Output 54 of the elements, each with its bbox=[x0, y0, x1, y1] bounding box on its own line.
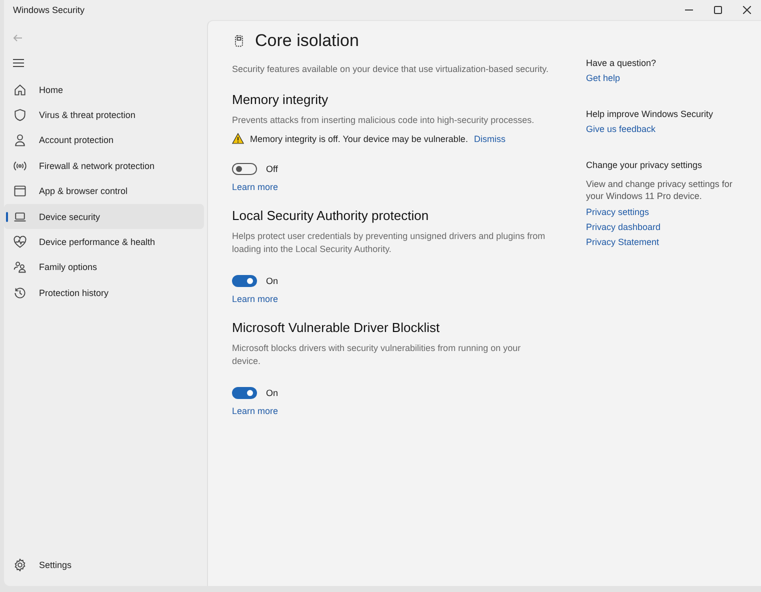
aside-link[interactable]: Privacy settings bbox=[586, 207, 736, 217]
aside-link[interactable]: Privacy Statement bbox=[586, 237, 736, 247]
window-icon bbox=[13, 184, 27, 198]
toggle-label: Off bbox=[266, 164, 278, 174]
section-title: Microsoft Vulnerable Driver Blocklist bbox=[232, 320, 441, 335]
sidebar-item[interactable]: Device security bbox=[4, 204, 204, 230]
home-icon bbox=[13, 82, 27, 97]
page-description: Security features available on your device that use virtualization-based security. bbox=[232, 63, 550, 76]
warning-text: Memory integrity is off. Your device may be vulnerable. bbox=[250, 134, 468, 144]
close-icon bbox=[742, 6, 750, 14]
aside-link[interactable]: Get help bbox=[586, 73, 736, 83]
aside-text: View and change privacy settings for your Windows 11 Pro device. bbox=[586, 178, 734, 202]
toggle-switch[interactable] bbox=[232, 275, 257, 287]
aside-link[interactable]: Privacy dashboard bbox=[586, 222, 736, 232]
settings-item[interactable]: Settings bbox=[4, 552, 204, 578]
learn-more-link[interactable]: Learn more bbox=[232, 406, 550, 416]
aside-heading: Have a question? bbox=[586, 58, 658, 68]
chip-icon bbox=[232, 34, 246, 48]
section-title: Local Security Authority protection bbox=[232, 208, 430, 223]
toggle-label: On bbox=[266, 388, 278, 398]
sidebar-item[interactable]: Family options bbox=[4, 254, 204, 280]
sidebar-item[interactable]: Virus & threat protection bbox=[4, 102, 204, 128]
toggle-switch[interactable] bbox=[232, 163, 257, 175]
learn-more-link[interactable]: Learn more bbox=[232, 294, 550, 304]
laptop-icon bbox=[13, 210, 27, 224]
sidebar-item[interactable]: Firewall & network protection bbox=[4, 153, 204, 179]
sidebar-item[interactable]: Device performance & health bbox=[4, 229, 204, 255]
history-icon bbox=[13, 286, 27, 300]
window-title: Windows Security bbox=[13, 5, 86, 15]
warning-icon bbox=[232, 133, 244, 144]
heart-pulse-icon bbox=[13, 235, 27, 250]
maximize-icon bbox=[714, 6, 722, 14]
toggle-switch[interactable] bbox=[232, 387, 257, 399]
section-description: Prevents attacks from inserting malicious code into high-security processes. bbox=[232, 114, 536, 127]
antenna-icon bbox=[13, 158, 27, 173]
person-icon bbox=[13, 133, 27, 148]
dismiss-link[interactable]: Dismiss bbox=[474, 134, 506, 144]
aside-heading: Help improve Windows Security bbox=[586, 109, 714, 119]
page-title: Core isolation bbox=[255, 31, 359, 51]
shield-icon bbox=[13, 108, 27, 122]
section-title: Memory integrity bbox=[232, 92, 330, 107]
section-description: Helps protect user credentials by preventing unsigned drivers and plugins from loading into the Local Security Authority. bbox=[232, 230, 546, 256]
sidebar-item[interactable]: Protection history bbox=[4, 280, 204, 306]
section-description: Microsoft blocks drivers with security vulnerabilities from running on your device. bbox=[232, 342, 522, 368]
sidebar-item[interactable]: Home bbox=[4, 77, 204, 102]
learn-more-link[interactable]: Learn more bbox=[232, 182, 550, 192]
menu-icon[interactable] bbox=[13, 58, 24, 66]
sidebar-item[interactable]: App & browser control bbox=[4, 178, 204, 204]
aside-heading: Change your privacy settings bbox=[586, 160, 704, 170]
aside-link[interactable]: Give us feedback bbox=[586, 124, 736, 134]
sidebar-item[interactable]: Account protection bbox=[4, 128, 204, 154]
people-icon bbox=[13, 260, 27, 274]
toggle-label: On bbox=[266, 276, 278, 286]
settings-icon bbox=[13, 558, 27, 572]
